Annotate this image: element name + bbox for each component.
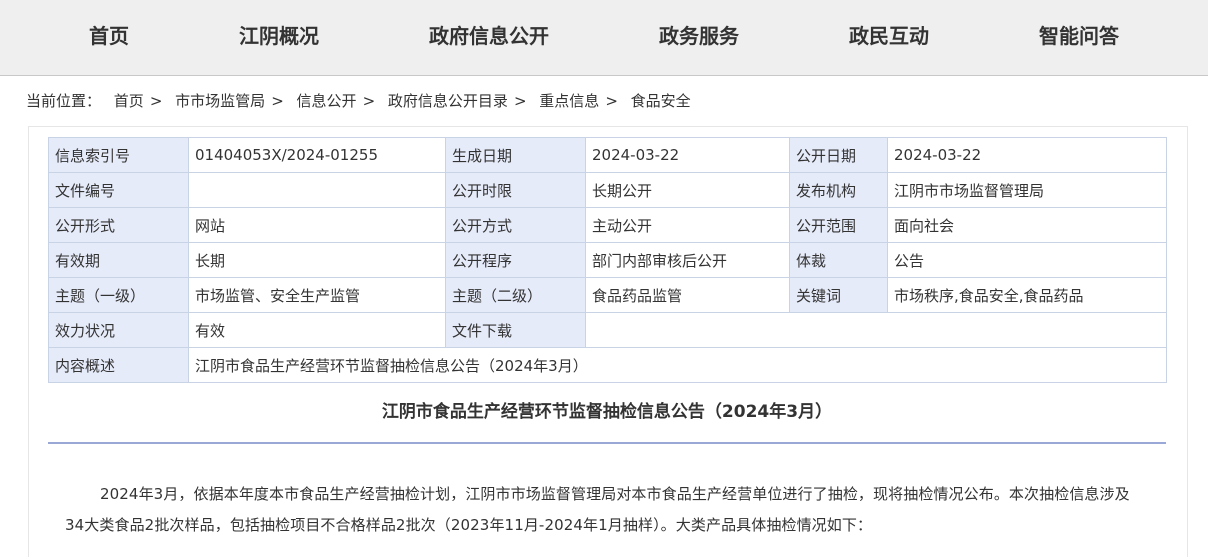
scope-value: 面向社会 xyxy=(887,207,1167,243)
metadata-table: 信息索引号 01404053X/2024-01255 生成日期 2024-03-… xyxy=(48,137,1167,383)
nav-public-interaction[interactable]: 政民互动 xyxy=(849,22,929,50)
nav-jiangyin-overview[interactable]: 江阴概况 xyxy=(239,22,319,50)
method-value: 主动公开 xyxy=(585,207,790,243)
breadcrumb: 当前位置： 首页 > 市市场监管局 > 信息公开 > 政府信息公开目录 > 重点信息 > … xyxy=(26,91,691,111)
validity-label: 有效期 xyxy=(48,242,189,278)
download-value xyxy=(585,312,1167,348)
topic2-value: 食品药品监管 xyxy=(585,277,790,313)
form-value: 网站 xyxy=(188,207,446,243)
genre-label: 体裁 xyxy=(789,242,888,278)
breadcrumb-separator: > xyxy=(513,92,527,110)
breadcrumb-separator: > xyxy=(271,92,284,110)
org-value: 江阴市市场监督管理局 xyxy=(887,172,1167,208)
breadcrumb-key-info[interactable]: 重点信息 xyxy=(539,92,599,110)
summary-label: 内容概述 xyxy=(48,347,189,383)
doc-no-label: 文件编号 xyxy=(48,172,189,208)
table-row: 公开形式 网站 公开方式 主动公开 公开范围 面向社会 xyxy=(48,207,1167,243)
procedure-label: 公开程序 xyxy=(445,242,586,278)
breadcrumb-home[interactable]: 首页 xyxy=(114,92,144,110)
breadcrumb-market-bureau[interactable]: 市市场监管局 xyxy=(175,92,265,110)
status-label: 效力状况 xyxy=(48,312,189,348)
pub-date-label: 公开日期 xyxy=(789,137,888,173)
breadcrumb-food-safety[interactable]: 食品安全 xyxy=(631,92,691,110)
breadcrumb-separator: > xyxy=(149,92,163,110)
table-row: 文件编号 公开时限 长期公开 发布机构 江阴市市场监督管理局 xyxy=(48,172,1167,208)
top-navigation: 首页 江阴概况 政府信息公开 政务服务 政民互动 智能问答 xyxy=(0,0,1208,76)
topic1-label: 主题（一级） xyxy=(48,277,189,313)
table-row: 内容概述 江阴市食品生产经营环节监督抽检信息公告（2024年3月） xyxy=(48,347,1167,383)
table-row: 信息索引号 01404053X/2024-01255 生成日期 2024-03-… xyxy=(48,137,1167,173)
keywords-label: 关键词 xyxy=(789,277,888,313)
breadcrumb-separator: > xyxy=(362,92,376,110)
org-label: 发布机构 xyxy=(789,172,888,208)
title-divider xyxy=(48,442,1166,444)
nav-smart-qa[interactable]: 智能问答 xyxy=(1039,22,1119,50)
breadcrumb-prefix: 当前位置： xyxy=(26,92,102,110)
topic1-value: 市场监管、安全生产监管 xyxy=(188,277,446,313)
scope-label: 公开范围 xyxy=(789,207,888,243)
term-label: 公开时限 xyxy=(445,172,586,208)
index-label: 信息索引号 xyxy=(48,137,189,173)
breadcrumb-disclosure-catalog[interactable]: 政府信息公开目录 xyxy=(388,92,508,110)
term-value: 长期公开 xyxy=(585,172,790,208)
topic2-label: 主题（二级） xyxy=(445,277,586,313)
table-row: 效力状况 有效 文件下载 xyxy=(48,312,1167,348)
breadcrumb-separator: > xyxy=(605,92,618,110)
article-title: 江阴市食品生产经营环节监督抽检信息公告（2024年3月） xyxy=(381,402,833,422)
download-label: 文件下载 xyxy=(445,312,586,348)
doc-no-value xyxy=(188,172,446,208)
nav-home[interactable]: 首页 xyxy=(89,22,129,50)
nav-gov-services[interactable]: 政务服务 xyxy=(659,22,739,50)
index-value: 01404053X/2024-01255 xyxy=(188,137,446,173)
genre-value: 公告 xyxy=(887,242,1167,278)
pub-date-value: 2024-03-22 xyxy=(887,137,1167,173)
gen-date-label: 生成日期 xyxy=(445,137,586,173)
breadcrumb-info-disclosure[interactable]: 信息公开 xyxy=(297,92,357,110)
summary-value: 江阴市食品生产经营环节监督抽检信息公告（2024年3月） xyxy=(188,347,1167,383)
gen-date-value: 2024-03-22 xyxy=(585,137,790,173)
method-label: 公开方式 xyxy=(445,207,586,243)
status-value: 有效 xyxy=(188,312,446,348)
table-row: 有效期 长期 公开程序 部门内部审核后公开 体裁 公告 xyxy=(48,242,1167,278)
article-paragraph: 2024年3月，依据本年度本市食品生产经营抽检计划，江阴市市场监督管理局对本市食… xyxy=(65,485,1130,534)
keywords-value: 市场秩序,食品安全,食品药品 xyxy=(887,277,1167,313)
nav-gov-info-disclosure[interactable]: 政府信息公开 xyxy=(429,22,549,50)
validity-value: 长期 xyxy=(188,242,446,278)
procedure-value: 部门内部审核后公开 xyxy=(585,242,790,278)
form-label: 公开形式 xyxy=(48,207,189,243)
table-row: 主题（一级） 市场监管、安全生产监管 主题（二级） 食品药品监管 关键词 市场秩… xyxy=(48,277,1167,313)
